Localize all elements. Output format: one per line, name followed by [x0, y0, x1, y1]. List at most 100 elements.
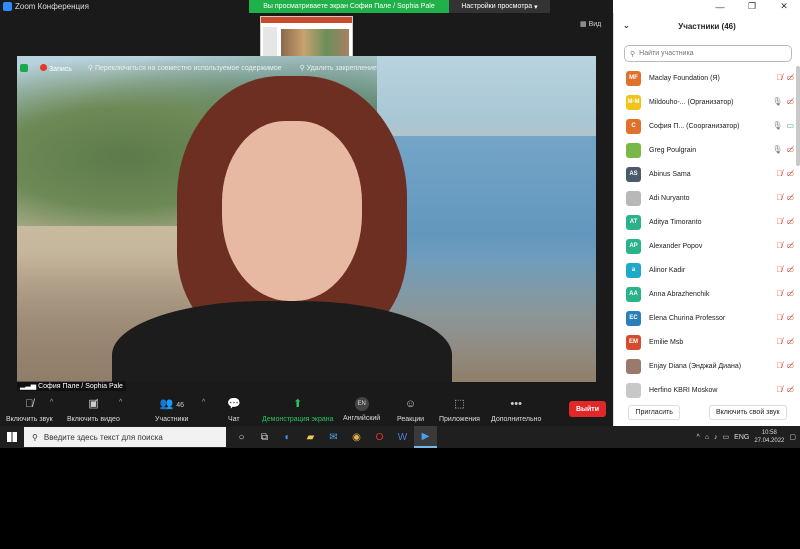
zoom-taskbar-icon[interactable]: ▶ — [414, 426, 437, 448]
avatar: AS — [626, 166, 641, 182]
audio-options-caret[interactable]: ^ — [50, 399, 53, 406]
participants-icon: 👥 46 — [159, 398, 184, 410]
smiley-icon: ☺ — [404, 398, 417, 410]
more-label: Дополнительно — [491, 416, 542, 423]
edge-icon[interactable]: ◐ — [276, 426, 299, 448]
participant-row[interactable]: AS Abinus Sama 🎙̸ ▭̸ — [614, 162, 794, 186]
volume-icon[interactable]: ♪ — [714, 434, 718, 441]
mic-icon: 🎙 — [772, 121, 783, 130]
participants-options-caret[interactable]: ^ — [202, 399, 205, 406]
battery-icon[interactable]: ▭ — [723, 433, 730, 441]
file-explorer-icon[interactable]: ▰ — [299, 426, 322, 448]
chevron-up-icon[interactable]: ^ — [697, 434, 700, 441]
pin-icon: ⚲ — [87, 65, 95, 72]
participant-row[interactable]: Enjay Diana (Энджай Диана) 🎙̸ ▭̸ — [614, 354, 794, 378]
participant-status-icons: 🎙̸ ▭̸ — [776, 73, 794, 82]
shield-icon[interactable] — [20, 64, 28, 72]
network-icon[interactable]: ⌂ — [705, 434, 709, 441]
search-icon: ⚲ — [630, 50, 636, 58]
avatar: С — [626, 118, 641, 134]
word-icon[interactable]: W — [391, 426, 414, 448]
unmute-me-button[interactable]: Включить свой звук — [708, 404, 787, 420]
chat-label: Чат — [228, 416, 240, 423]
participant-row[interactable]: EC Elena Churina Professor 🎙̸ ▭̸ — [614, 306, 794, 330]
camera-off-icon: ▭̸ — [786, 337, 794, 346]
participant-row[interactable]: M-M Mildouho-... (Организатор) 🎙 ▭̸ — [614, 90, 794, 114]
view-options-button[interactable]: Настройки просмотра ▾ — [449, 0, 550, 13]
record-icon — [40, 63, 47, 71]
speaker-video[interactable] — [17, 56, 596, 382]
participant-row[interactable]: С София П... (Соорганизатор) 🎙 ▭ — [614, 114, 794, 138]
search-icon: ⚲ — [32, 432, 38, 442]
participant-search[interactable]: ⚲ — [624, 45, 792, 62]
minimize-button[interactable]: — — [704, 2, 736, 12]
pin-icon: ⚲ — [299, 65, 307, 72]
unpin-button[interactable]: ⚲ Удалить закрепление — [300, 64, 377, 72]
camera-off-icon: ▣̸ — [88, 398, 99, 410]
panel-title: Участники (46) — [678, 21, 736, 31]
switch-shared-button[interactable]: ⚲ Переключиться на совместно используемо… — [88, 64, 282, 72]
participant-row[interactable]: Greg Poulgrain 🎙 ▭̸ — [614, 138, 794, 162]
input-language[interactable]: ENG — [734, 434, 749, 441]
opera-icon[interactable]: O — [368, 426, 391, 448]
camera-off-icon: ▭̸ — [786, 385, 794, 394]
participant-row[interactable]: AT Aditya Timoranto 🎙̸ ▭̸ — [614, 210, 794, 234]
start-button[interactable] — [0, 426, 24, 448]
start-video-button[interactable]: ▣̸ Включить видео — [67, 397, 120, 423]
leave-button[interactable]: Выйти — [569, 401, 606, 417]
reactions-button[interactable]: ☺ Реакции — [397, 397, 424, 423]
record-indicator[interactable]: Запись — [40, 63, 72, 73]
participant-row[interactable]: AP Alexander Popov 🎙̸ ▭̸ — [614, 234, 794, 258]
participant-row[interactable]: EM Emilie Msb 🎙̸ ▭̸ — [614, 330, 794, 354]
task-view-icon[interactable]: ⧉ — [253, 426, 276, 448]
chrome-icon[interactable]: ◉ — [345, 426, 368, 448]
participant-row[interactable]: MF Maclay Foundation (Я) 🎙̸ ▭̸ — [614, 66, 794, 90]
view-button-label: Вид — [588, 21, 602, 28]
speaker-name: София Пале / Sophia Pale — [38, 383, 123, 390]
view-options-label: Настройки просмотра — [461, 3, 533, 10]
participant-row[interactable]: Adi Nuryanto 🎙̸ ▭̸ — [614, 186, 794, 210]
reactions-label: Реакции — [397, 416, 425, 423]
interpretation-button[interactable]: EN Английский — [343, 397, 380, 422]
camera-off-icon: ▭̸ — [786, 145, 794, 154]
participant-name: Greg Poulgrain — [649, 146, 697, 154]
more-icon: ••• — [510, 398, 522, 410]
notifications-icon[interactable]: ▢ — [789, 433, 796, 441]
camera-off-icon: ▭̸ — [786, 217, 794, 226]
more-button[interactable]: ••• Дополнительно — [491, 397, 541, 423]
clock[interactable]: 10:58 27.04.2022 — [754, 429, 784, 445]
mail-icon[interactable]: ✉ — [322, 426, 345, 448]
apps-button[interactable]: ⬚ Приложения — [439, 397, 480, 423]
clock-time: 10:58 — [761, 430, 777, 436]
participant-name: Emilie Msb — [649, 338, 684, 346]
participant-status-icons: 🎙̸ ▭̸ — [776, 337, 794, 346]
mic-muted-icon: 🎙̸ — [776, 169, 783, 178]
view-button[interactable]: ▦ Вид — [580, 20, 601, 28]
participant-status-icons: 🎙 ▭̸ — [772, 145, 794, 154]
maximize-button[interactable]: ❐ — [736, 1, 768, 12]
participant-row[interactable]: a Alinor Kadir 🎙̸ ▭̸ — [614, 258, 794, 282]
chat-button[interactable]: 💬 Чат — [227, 397, 241, 423]
camera-off-icon: ▭̸ — [786, 169, 794, 178]
avatar — [626, 382, 641, 398]
unmute-button[interactable]: 🎙̸ Включить звук — [6, 397, 53, 423]
participant-row[interactable]: AA Anna Abrazhenchik 🎙̸ ▭̸ — [614, 282, 794, 306]
participants-button[interactable]: 👥 46 Участники — [155, 397, 188, 423]
mic-muted-icon: 🎙̸ — [776, 361, 783, 370]
chevron-down-icon[interactable]: ⌄ — [623, 21, 630, 30]
thumbnail-slide — [281, 29, 349, 59]
participant-search-input[interactable] — [639, 50, 780, 57]
panel-scrollbar[interactable] — [796, 66, 800, 166]
participant-name: Enjay Diana (Энджай Диана) — [649, 362, 742, 370]
cortana-icon[interactable]: ○ — [230, 426, 253, 448]
invite-button[interactable]: Пригласить — [628, 404, 680, 420]
participant-name: Alexander Popov — [649, 242, 703, 250]
close-button[interactable]: ✕ — [768, 1, 800, 12]
participants-panel: ⌄ Участники (46) ⚲ MF Maclay Foundation (… — [613, 13, 800, 426]
share-screen-button[interactable]: ⬆ Демонстрация экрана — [262, 397, 334, 423]
video-options-caret[interactable]: ^ — [119, 399, 122, 406]
language-icon: EN — [354, 397, 369, 411]
taskbar-apps: ○ ⧉ ◐ ▰ ✉ ◉ O W ▶ — [230, 426, 437, 448]
participant-name: Anna Abrazhenchik — [649, 290, 710, 298]
taskbar-search[interactable]: ⚲ Введите здесь текст для поиска — [24, 427, 226, 447]
